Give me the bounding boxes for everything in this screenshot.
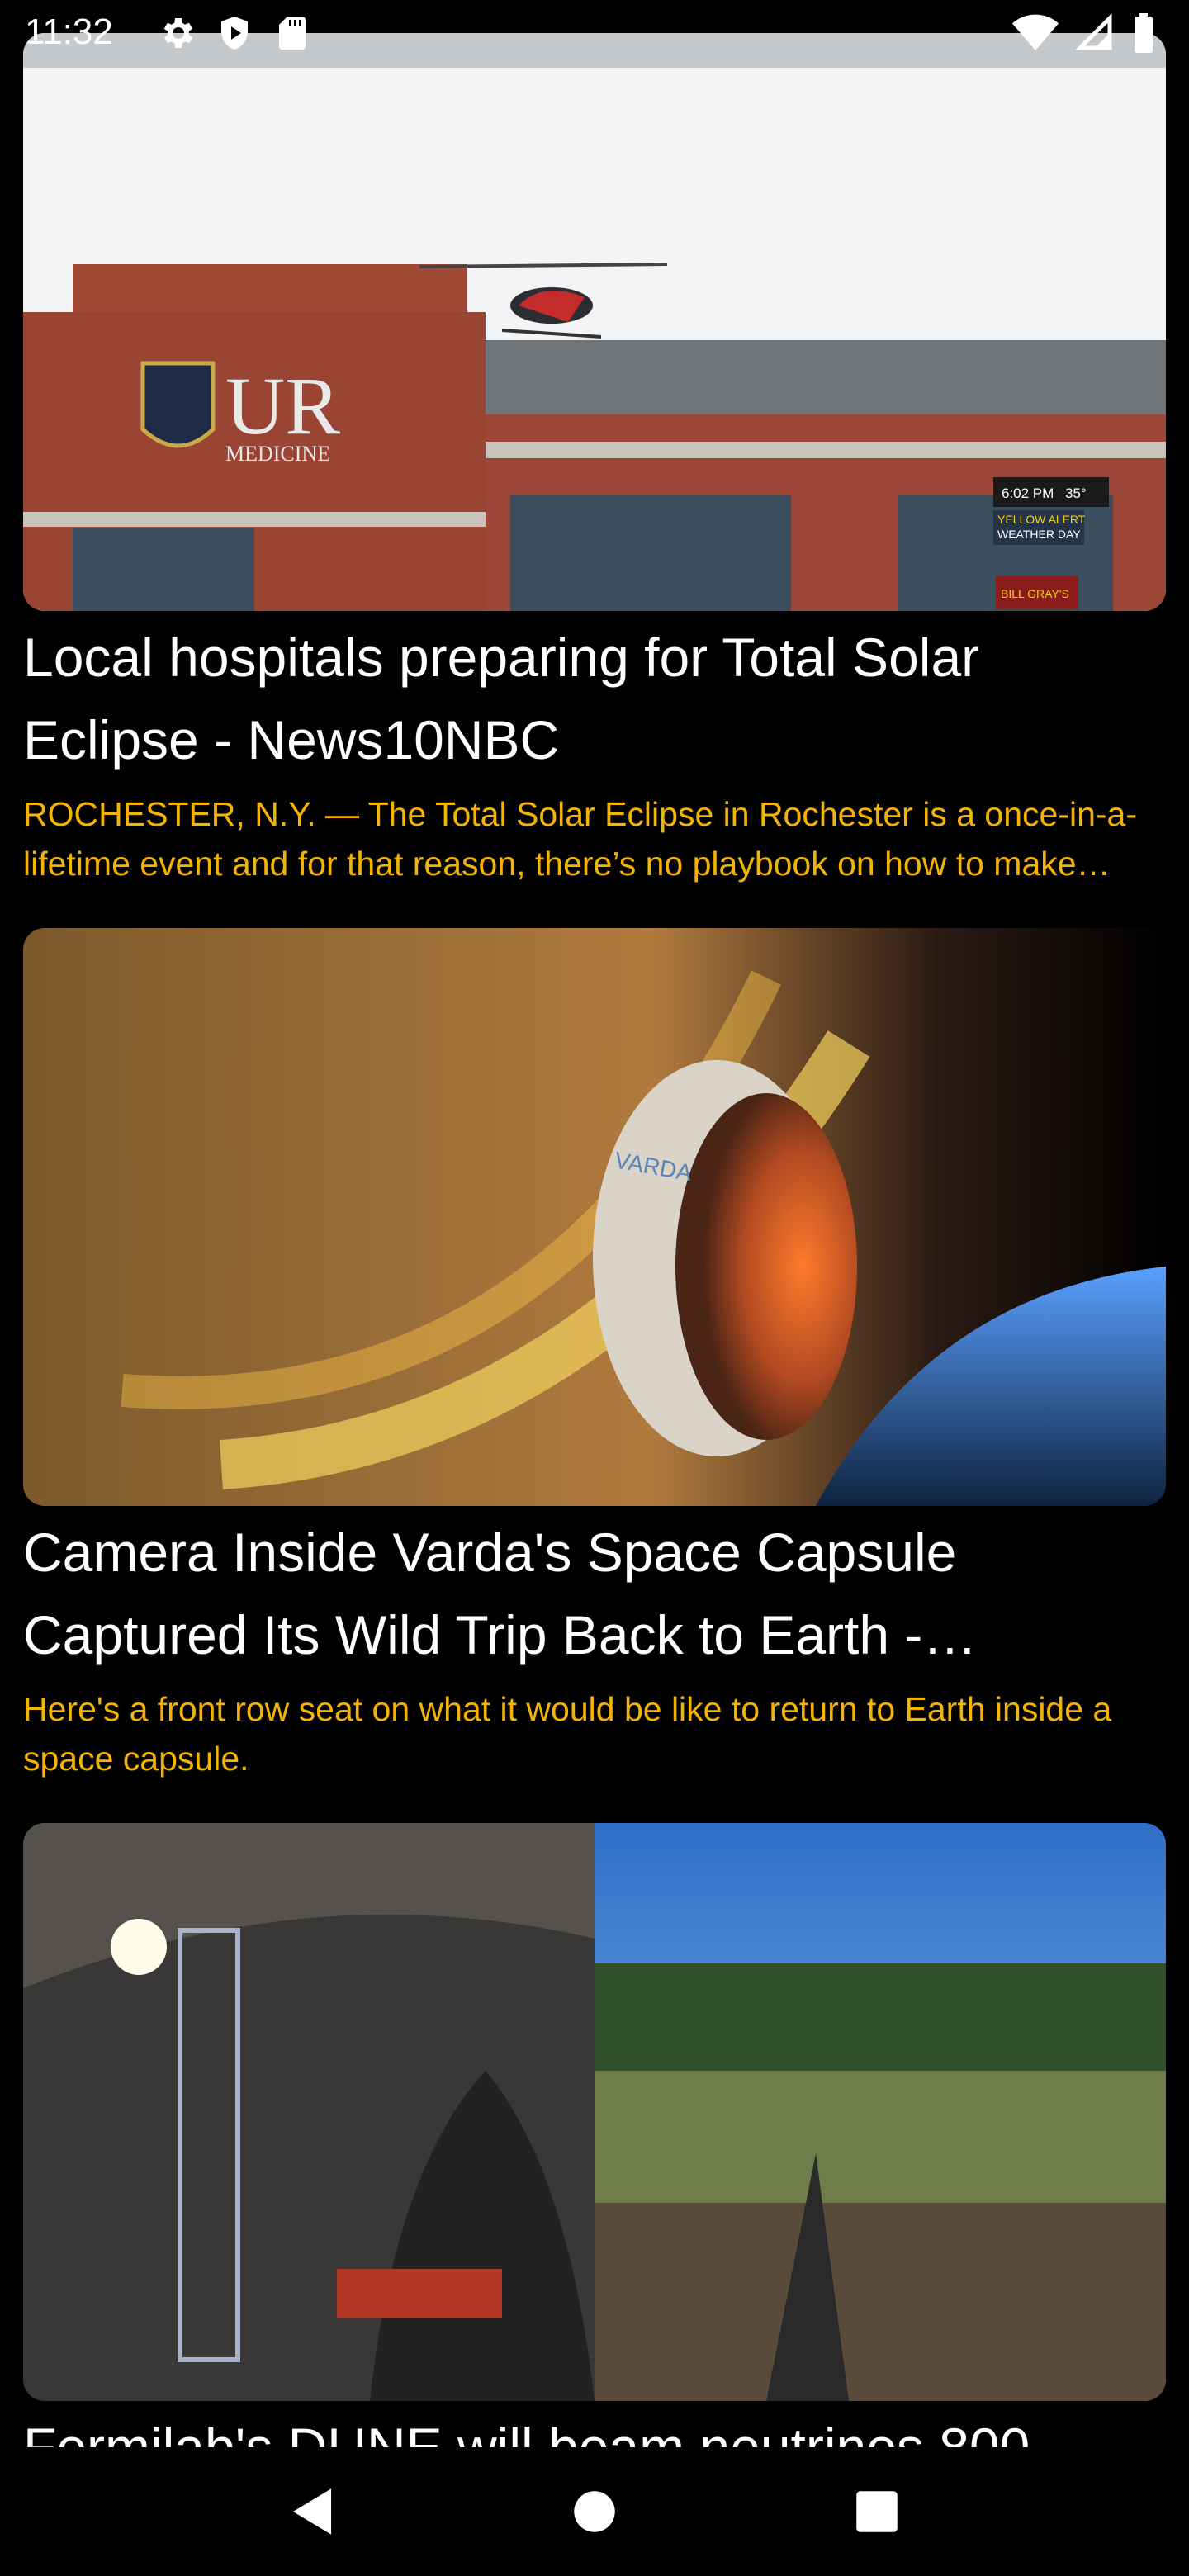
article-image[interactable]: [23, 1823, 1166, 2401]
article-title[interactable]: Fermilab's DUNE will beam neutrinos 800 …: [23, 2406, 1166, 2447]
article-title[interactable]: Camera Inside Varda's Space Capsule Capt…: [23, 1511, 1166, 1676]
article-title[interactable]: Local hospitals preparing for Total Sola…: [23, 616, 1166, 781]
card-spacer: [23, 888, 1166, 928]
home-icon[interactable]: [565, 2482, 624, 2541]
tv-overlay-temp: 35°: [1065, 485, 1087, 501]
wifi-icon: [1012, 13, 1059, 57]
navigation-bar: [0, 2447, 1189, 2576]
article-image[interactable]: VARDA: [23, 928, 1166, 1506]
status-icons-left: [157, 13, 312, 57]
tv-overlay-sponsor: BILL GRAY'S: [1001, 587, 1069, 600]
building-sign-sub: MEDICINE: [225, 442, 330, 466]
recents-icon[interactable]: [847, 2482, 907, 2541]
tv-overlay-time: 6:02 PM: [1002, 485, 1054, 501]
article-card[interactable]: VARDA Camera Inside Varda's Space Capsul…: [23, 928, 1166, 1783]
shield-play-icon: [215, 13, 254, 57]
card-spacer: [23, 1783, 1166, 1823]
status-icons-right: [1012, 12, 1156, 57]
sd-card-icon: [272, 13, 312, 57]
article-image[interactable]: UR MEDICINE 6:02 PM 35° YELLOW ALERT WEA…: [23, 33, 1166, 611]
cell-signal-icon: [1074, 12, 1115, 57]
status-bar: 11:32: [0, 0, 1189, 69]
status-time: 11:32: [25, 12, 113, 52]
article-card[interactable]: UR MEDICINE 6:02 PM 35° YELLOW ALERT WEA…: [23, 33, 1166, 888]
article-summary[interactable]: ROCHESTER, N.Y. — The Total Solar Eclips…: [23, 789, 1166, 888]
battery-icon: [1131, 13, 1156, 57]
tv-overlay-alert-sub: WEATHER DAY: [997, 528, 1081, 541]
tv-overlay-alert: YELLOW ALERT: [997, 513, 1086, 526]
building-sign: UR: [225, 360, 340, 452]
article-card[interactable]: Fermilab's DUNE will beam neutrinos 800 …: [23, 1823, 1166, 2447]
back-icon[interactable]: [282, 2482, 342, 2541]
news-feed[interactable]: UR MEDICINE 6:02 PM 35° YELLOW ALERT WEA…: [23, 33, 1166, 2447]
article-summary[interactable]: Here's a front row seat on what it would…: [23, 1684, 1166, 1783]
gear-icon: [157, 13, 197, 57]
